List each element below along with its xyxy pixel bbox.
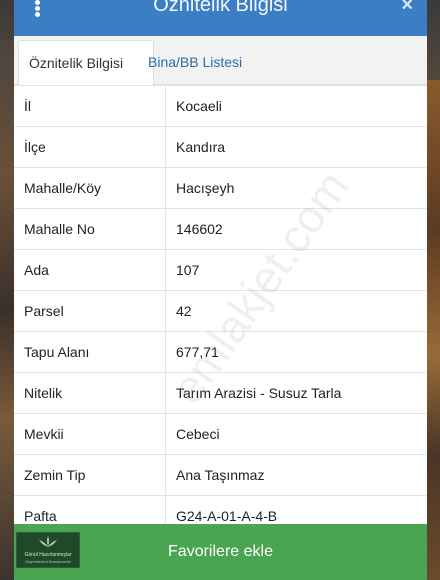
logo-name: Gönül Hazırlanmışlar: [24, 552, 72, 558]
attribute-key: Tapu Alanı: [14, 332, 166, 372]
attribute-key: Ada: [14, 250, 166, 290]
attribute-key: Mevkii: [14, 414, 166, 454]
attribute-key: Parsel: [14, 291, 166, 331]
table-row: Mevkii Cebeci: [14, 414, 427, 455]
attribute-key: Mahalle/Köy: [14, 168, 166, 208]
attribute-value: Ana Taşınmaz: [176, 467, 265, 483]
logo-tagline: Gayrimenkul Danışmanlık: [25, 559, 71, 564]
attribute-value: 107: [176, 262, 200, 278]
attribute-dialog: Öznitelik Bilgisi × Öznitelik Bilgisi Bi…: [14, 0, 427, 580]
wings-logo-icon: [39, 536, 57, 547]
attribute-key: Zemin Tip: [14, 455, 166, 495]
table-row: İlçe Kandıra: [14, 127, 427, 168]
table-row: Tapu Alanı 677,71: [14, 332, 427, 373]
tab-building-list[interactable]: Bina/BB Listesi: [138, 40, 252, 84]
attribute-value: Kocaeli: [176, 98, 222, 114]
attribute-value: 146602: [176, 221, 223, 237]
attribute-table: İl Kocaeli İlçe Kandıra Mahalle/Köy Hacışeyh M…: [14, 85, 427, 537]
tab-bar: Öznitelik Bilgisi Bina/BB Listesi: [14, 36, 427, 86]
table-row: İl Kocaeli: [14, 86, 427, 127]
table-row: Mahalle/Köy Hacışeyh: [14, 168, 427, 209]
attribute-value: Tarım Arazisi - Susuz Tarla: [176, 385, 342, 401]
table-row: Zemin Tip Ana Taşınmaz: [14, 455, 427, 496]
map-edge-left: [0, 40, 14, 580]
close-icon[interactable]: ×: [401, 0, 413, 17]
dialog-title: Öznitelik Bilgisi: [153, 0, 288, 16]
attribute-value: Kandıra: [176, 139, 226, 155]
attribute-value: 42: [176, 303, 192, 319]
table-row: Mahalle No 146602: [14, 209, 427, 250]
table-row: Parsel 42: [14, 291, 427, 332]
attribute-value: Cebeci: [176, 426, 220, 442]
table-row: Ada 107: [14, 250, 427, 291]
table-row: Nitelik Tarım Arazisi - Susuz Tarla: [14, 373, 427, 414]
attribute-key: İlçe: [14, 127, 166, 167]
attribute-key: Nitelik: [14, 373, 166, 413]
attribute-key: İl: [14, 86, 166, 126]
attribute-value: 677,71: [176, 344, 219, 360]
attribute-value: Hacışeyh: [176, 180, 235, 196]
dialog-titlebar: Öznitelik Bilgisi ×: [14, 0, 427, 36]
attribute-key: Mahalle No: [14, 209, 166, 249]
agency-logo: Gönül Hazırlanmışlar Gayrimenkul Danışma…: [16, 532, 80, 568]
tab-attribute-info[interactable]: Öznitelik Bilgisi: [18, 40, 154, 86]
map-edge-right: [426, 80, 440, 580]
